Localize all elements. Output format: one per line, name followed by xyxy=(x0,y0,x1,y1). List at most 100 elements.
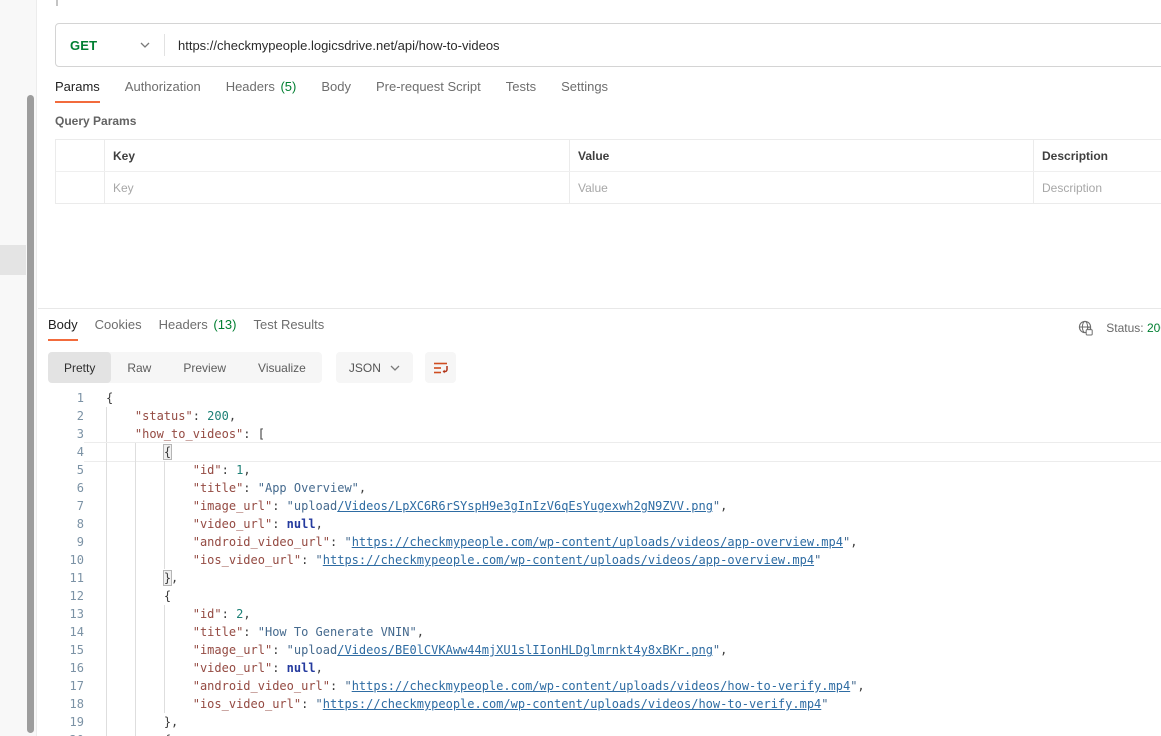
format-wrap-icon xyxy=(432,360,449,376)
indent-guide xyxy=(164,641,193,659)
column-header-key: Key xyxy=(104,140,569,171)
code-token: "video_url" xyxy=(193,517,272,531)
code-link[interactable]: https://checkmypeople.com/wp-content/upl… xyxy=(352,535,843,549)
view-tab-preview[interactable]: Preview xyxy=(167,352,242,383)
line-content: { xyxy=(84,443,1161,461)
response-tab-body[interactable]: Body xyxy=(48,317,78,341)
line-number: 17 xyxy=(38,677,84,695)
sidebar-collapsed-handle[interactable] xyxy=(0,245,26,275)
code-line: 12 { xyxy=(38,587,1161,605)
code-token: "image_url" xyxy=(193,643,272,657)
language-dropdown[interactable]: JSON xyxy=(336,352,413,383)
request-tab-authorization[interactable]: Authorization xyxy=(125,79,201,103)
code-token: , xyxy=(720,643,727,657)
response-view-toolbar: PrettyRawPreviewVisualize JSON xyxy=(48,352,456,383)
indent-guide xyxy=(106,623,135,641)
code-link[interactable]: https://checkmypeople.com/wp-content/upl… xyxy=(323,697,822,711)
line-number: 14 xyxy=(38,623,84,641)
request-tab-settings[interactable]: Settings xyxy=(561,79,608,103)
request-tab-tests[interactable]: Tests xyxy=(506,79,536,103)
code-line: 16 "video_url": null, xyxy=(38,659,1161,677)
code-token: { xyxy=(106,391,113,405)
indent-guide xyxy=(135,695,164,713)
code-token: " xyxy=(814,553,821,567)
code-token: "android_video_url" xyxy=(193,535,330,549)
param-input-key[interactable]: Key xyxy=(104,172,569,203)
globe-lock-icon[interactable] xyxy=(1077,319,1094,336)
code-link[interactable]: /Videos/BE0lCVKAww44mjXU1slIIonHLDglmrnk… xyxy=(337,643,713,657)
code-token: "ios_video_url" xyxy=(193,697,301,711)
code-link[interactable]: https://checkmypeople.com/wp-content/upl… xyxy=(352,679,851,693)
code-token: } xyxy=(164,571,171,585)
code-line: 7 "image_url": "upload/Videos/LpXC6R6rSY… xyxy=(38,497,1161,515)
view-tab-visualize[interactable]: Visualize xyxy=(242,352,322,383)
code-token: " xyxy=(344,535,351,549)
indent-guide xyxy=(164,695,193,713)
code-token: : xyxy=(272,517,286,531)
code-token: : xyxy=(330,679,344,693)
code-token: : xyxy=(222,463,236,477)
request-tab-pre-request-script[interactable]: Pre-request Script xyxy=(376,79,481,103)
indent-guide xyxy=(106,731,135,736)
indent-guide xyxy=(106,677,135,695)
indent-guide xyxy=(164,677,193,695)
param-input-description[interactable]: Description xyxy=(1033,172,1161,203)
indent-guide xyxy=(135,659,164,677)
request-tab-headers[interactable]: Headers (5) xyxy=(226,79,297,103)
code-line: 8 "video_url": null, xyxy=(38,515,1161,533)
indent-guide xyxy=(106,407,135,425)
url-input[interactable]: https://checkmypeople.logicsdrive.net/ap… xyxy=(165,38,500,53)
row-select-cell[interactable] xyxy=(56,172,104,203)
code-token: " xyxy=(821,697,828,711)
code-token: : xyxy=(243,625,257,639)
line-number: 8 xyxy=(38,515,84,533)
code-link[interactable]: https://checkmypeople.com/wp-content/upl… xyxy=(323,553,814,567)
indent-guide xyxy=(106,533,135,551)
indent-guide xyxy=(164,479,193,497)
line-content: "android_video_url": "https://checkmypeo… xyxy=(84,533,1161,551)
param-input-value[interactable]: Value xyxy=(569,172,1033,203)
indent-guide xyxy=(135,569,164,587)
line-content: "id": 2, xyxy=(84,605,1161,623)
select-column-header xyxy=(56,140,104,171)
code-line: 15 "image_url": "upload/Videos/BE0lCVKAw… xyxy=(38,641,1161,659)
indent-guide xyxy=(164,533,193,551)
code-link[interactable]: /Videos/LpXC6R6rSYspH9e3gInIzV6qEsYugexw… xyxy=(337,499,713,513)
request-panel: GET https://checkmypeople.logicsdrive.ne… xyxy=(38,0,1161,736)
code-token: : xyxy=(330,535,344,549)
code-token: , xyxy=(359,481,366,495)
code-token: "App Overview" xyxy=(258,481,359,495)
response-tab-headers[interactable]: Headers (13) xyxy=(159,317,237,341)
code-token: "how_to_videos" xyxy=(135,427,243,441)
code-line: 19 }, xyxy=(38,713,1161,731)
tab-count-badge: (13) xyxy=(210,317,237,332)
request-tab-params[interactable]: Params xyxy=(55,79,100,103)
indent-guide xyxy=(106,551,135,569)
response-tab-test-results[interactable]: Test Results xyxy=(253,317,324,341)
view-tab-pretty[interactable]: Pretty xyxy=(48,352,111,383)
left-rail xyxy=(0,0,37,736)
line-number: 11 xyxy=(38,569,84,587)
format-wrap-button[interactable] xyxy=(425,352,456,383)
line-content: "image_url": "upload/Videos/BE0lCVKAww44… xyxy=(84,641,1161,659)
code-token: "How To Generate VNIN" xyxy=(258,625,417,639)
code-token: , xyxy=(243,463,250,477)
request-tab-body[interactable]: Body xyxy=(321,79,351,103)
code-line: 20 { xyxy=(38,731,1161,736)
line-number: 18 xyxy=(38,695,84,713)
app-window: GET https://checkmypeople.logicsdrive.ne… xyxy=(0,0,1161,736)
line-number: 16 xyxy=(38,659,84,677)
indent-guide xyxy=(135,443,164,461)
view-tab-raw[interactable]: Raw xyxy=(111,352,167,383)
line-number: 19 xyxy=(38,713,84,731)
indent-guide xyxy=(106,713,135,731)
indent-guide xyxy=(135,641,164,659)
indent-guide xyxy=(164,623,193,641)
vertical-scrollbar[interactable] xyxy=(27,95,34,733)
response-tab-cookies[interactable]: Cookies xyxy=(95,317,142,341)
code-token: null xyxy=(287,661,316,675)
code-line: 11 }, xyxy=(38,569,1161,587)
method-dropdown[interactable]: GET xyxy=(56,38,140,53)
code-token: : xyxy=(272,661,286,675)
chevron-down-icon[interactable] xyxy=(140,41,150,49)
